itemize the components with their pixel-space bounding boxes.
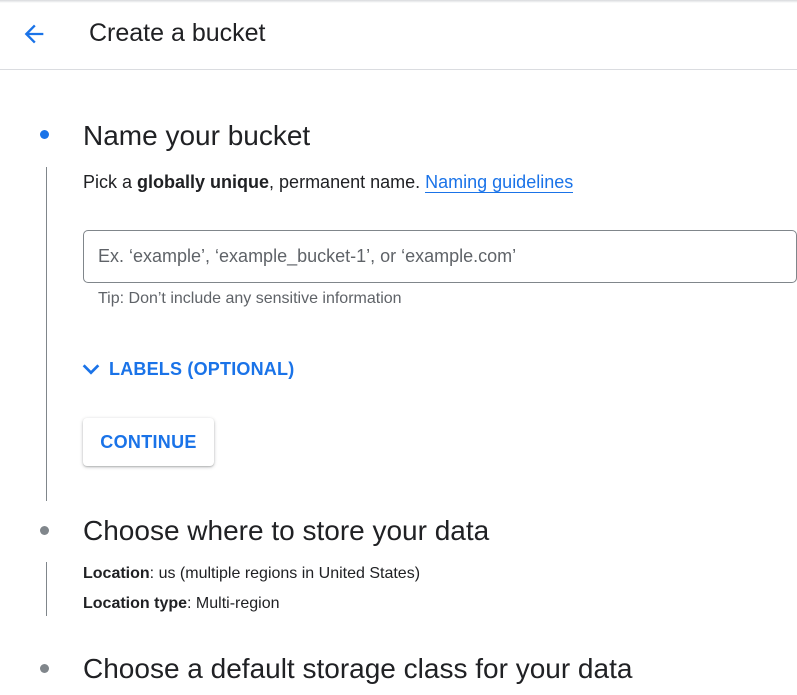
step-1-description: Pick a globally unique, permanent name. … <box>83 170 574 194</box>
location-key: Location <box>83 565 150 582</box>
description-text-continued: , permanent name. <box>269 172 426 192</box>
continue-button[interactable]: CONTINUE <box>83 418 214 466</box>
step-2-dot <box>40 526 49 535</box>
step-1-title: Name your bucket <box>83 120 311 151</box>
step-3-title[interactable]: Choose a default storage class for your … <box>83 652 632 686</box>
arrow-back-icon <box>24 24 44 44</box>
page-title: Create a bucket <box>89 19 266 47</box>
step-2-title[interactable]: Choose where to store your data <box>83 514 489 548</box>
location-value: : us (multiple regions in United States) <box>149 565 421 582</box>
location-type-key: Location type <box>83 595 188 612</box>
step-1-dot <box>40 130 49 139</box>
page-header: Create a bucket <box>0 0 797 70</box>
description-text: Pick a <box>83 172 138 192</box>
location-summary: Location: us (multiple regions in United… <box>83 563 420 585</box>
chevron-down-icon <box>80 358 102 380</box>
labels-toggle-label: LABELS (OPTIONAL) <box>109 358 295 379</box>
back-button[interactable] <box>18 18 50 50</box>
location-type-summary: Location type: Multi-region <box>83 593 280 615</box>
step-3-dot <box>40 664 49 673</box>
step-1-connector <box>46 167 47 501</box>
description-bold-text: globally unique <box>137 172 270 192</box>
location-type-value: : Multi-region <box>187 595 280 612</box>
naming-guidelines-link[interactable]: Naming guidelines <box>425 172 574 193</box>
step-2-connector <box>46 562 47 616</box>
input-tip: Tip: Don’t include any sensitive informa… <box>98 290 402 307</box>
labels-optional-toggle[interactable]: LABELS (OPTIONAL) <box>80 356 294 382</box>
bucket-name-input[interactable] <box>83 230 797 283</box>
